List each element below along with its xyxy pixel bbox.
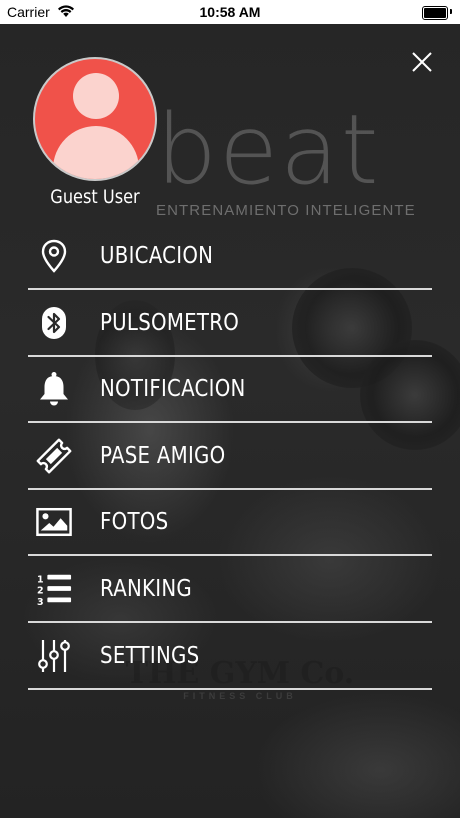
menu-item-pulsometro[interactable]: PULSOMETRO [28,291,432,357]
battery-tip [450,9,452,14]
menu-item-label: FOTOS [100,509,169,536]
menu-item-label: NOTIFICACION [100,376,246,403]
brand-watermark: beat ENTRENAMIENTO INTELIGENTE [156,100,416,219]
menu-item-label: PULSOMETRO [100,309,240,336]
menu-item-settings[interactable]: SETTINGS [28,624,432,690]
avatar-body [53,126,139,179]
menu-item-ranking[interactable]: 1 2 3 RANKING [28,557,432,623]
menu-item-fotos[interactable]: FOTOS [28,490,432,557]
status-bar: Carrier 10:58 AM [0,0,460,24]
svg-text:2: 2 [37,586,44,597]
avatar-head [73,73,119,119]
avatar[interactable] [33,57,157,181]
brand-word: beat [156,94,381,206]
battery-icon [422,6,448,20]
svg-text:3: 3 [37,597,44,607]
menu-item-label: SETTINGS [100,642,200,669]
sliders-icon [36,638,72,674]
bell-icon [36,371,72,407]
side-menu: UBICACION PULSOMETRO NOTIFICACION PASE A… [28,224,432,690]
menu-item-label: UBICACION [100,243,214,269]
ranking-list-icon: 1 2 3 [36,571,72,607]
menu-item-label: PASE AMIGO [100,442,226,469]
brand-tagline: ENTRENAMIENTO INTELIGENTE [156,202,416,219]
menu-item-ubicacion[interactable]: UBICACION [28,224,432,290]
menu-item-label: RANKING [100,575,193,602]
ticket-icon [36,438,72,474]
menu-item-pase-amigo[interactable]: PASE AMIGO [28,424,432,490]
gym-subtitle: FITNESS CLUB [183,691,297,701]
bluetooth-icon [36,305,72,341]
clock: 10:58 AM [199,4,261,20]
menu-item-notificacion[interactable]: NOTIFICACION [28,357,432,424]
photo-icon [36,504,72,540]
username-label: Guest User [50,186,140,208]
svg-text:1: 1 [37,574,44,585]
close-icon[interactable] [409,49,435,75]
map-pin-icon [36,238,72,274]
